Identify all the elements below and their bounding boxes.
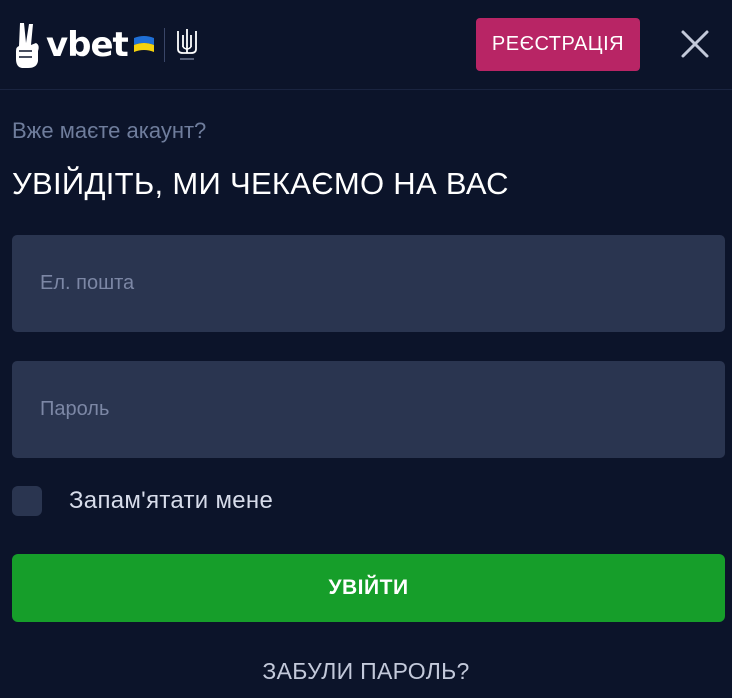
vbet-logo[interactable]: vbet [12, 20, 200, 70]
trident-emblem-icon [176, 29, 197, 60]
logo-divider [163, 28, 165, 62]
logo-text: vbet [46, 25, 129, 65]
login-title: УВІЙДІТЬ, МИ ЧЕКАЄМО НА ВАС [12, 166, 509, 201]
close-icon[interactable] [677, 26, 713, 62]
login-modal: vbet РЕЄСТРАЦІЯ Вже маєте акаунт? УВІЙДІ… [0, 0, 732, 698]
forgot-password-link[interactable]: ЗАБУЛИ ПАРОЛЬ? [0, 658, 732, 685]
remember-me-toggle[interactable]: Запам'ятати мене [12, 485, 273, 517]
register-button[interactable]: РЕЄСТРАЦІЯ [476, 18, 640, 71]
login-subtitle: Вже маєте акаунт? [12, 118, 207, 143]
victory-hand-icon [16, 23, 39, 68]
remember-me-label: Запам'ятати мене [69, 487, 274, 514]
email-field[interactable] [12, 235, 725, 332]
remember-me-checkbox[interactable] [12, 486, 42, 516]
ukraine-flag-icon [133, 36, 154, 52]
login-button[interactable]: УВІЙТИ [12, 554, 725, 622]
header: vbet РЕЄСТРАЦІЯ [0, 0, 732, 90]
password-field[interactable] [12, 361, 725, 458]
